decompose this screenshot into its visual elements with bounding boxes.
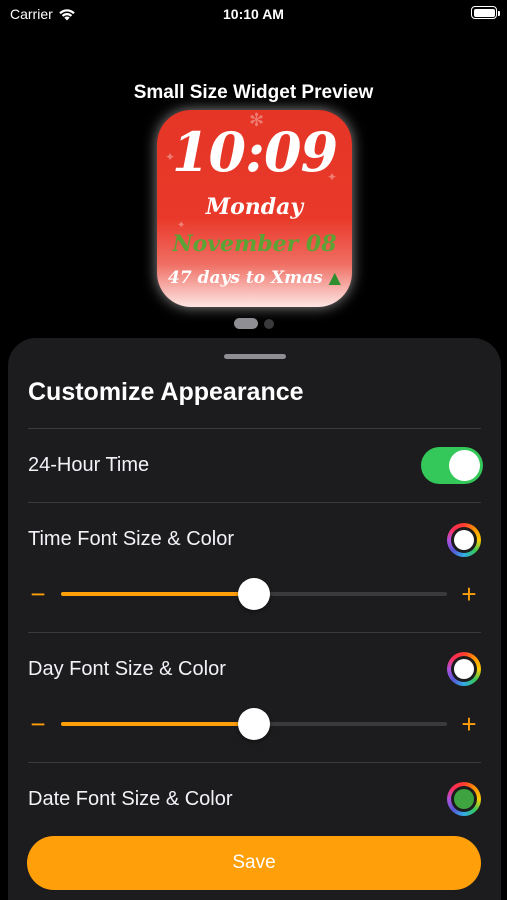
- divider: [28, 502, 481, 503]
- day-font-label: Day Font Size & Color: [28, 658, 226, 680]
- time-slider-thumb[interactable]: [238, 578, 270, 610]
- snowflake-icon: ✦: [177, 220, 186, 231]
- status-bar: Carrier 10:10 AM: [0, 0, 507, 30]
- date-font-label: Date Font Size & Color: [28, 788, 233, 810]
- divider: [28, 762, 481, 763]
- slider-fill: [61, 592, 254, 596]
- toggle-knob: [449, 450, 480, 481]
- preview-title: Small Size Widget Preview: [133, 82, 374, 103]
- date-color-swatch: [454, 789, 474, 809]
- widget-day: Monday: [205, 194, 304, 220]
- time-color-picker[interactable]: [447, 523, 481, 557]
- battery-icon: [471, 6, 500, 19]
- page-dot-active[interactable]: [233, 318, 258, 329]
- date-color-picker[interactable]: [447, 782, 481, 816]
- widget-time: 10:09: [171, 120, 338, 184]
- christmas-tree-icon: ▲: [328, 268, 341, 287]
- time-increase-button[interactable]: +: [457, 581, 481, 607]
- save-button[interactable]: Save: [27, 836, 481, 890]
- time-color-swatch: [454, 530, 474, 550]
- time-font-label: Time Font Size & Color: [28, 528, 234, 550]
- hour24-label: 24-Hour Time: [28, 454, 150, 476]
- day-decrease-button[interactable]: −: [26, 711, 50, 737]
- slider-fill: [61, 722, 254, 726]
- sheet-title: Customize Appearance: [28, 378, 304, 406]
- day-slider-thumb[interactable]: [238, 708, 270, 740]
- divider: [28, 428, 481, 429]
- widget-countdown: 47 days to Xmas ▲: [157, 268, 352, 288]
- widget-date: November 08: [172, 231, 337, 257]
- day-color-swatch: [454, 659, 474, 679]
- divider: [28, 632, 481, 633]
- page-dot[interactable]: [263, 318, 274, 329]
- customize-sheet: Customize Appearance 24-Hour Time Time F…: [8, 338, 501, 900]
- hour24-toggle[interactable]: [421, 447, 483, 484]
- countdown-text: 47 days to Xmas: [168, 268, 323, 288]
- sheet-grabber[interactable]: [224, 354, 286, 359]
- widget-preview[interactable]: ✻ ✦ ✦ ✦ 10:09 Monday November 08 47 days…: [157, 110, 352, 307]
- time-decrease-button[interactable]: −: [26, 581, 50, 607]
- day-increase-button[interactable]: +: [457, 711, 481, 737]
- status-time: 10:10 AM: [223, 6, 284, 22]
- page-indicator[interactable]: [0, 318, 507, 329]
- day-color-picker[interactable]: [447, 652, 481, 686]
